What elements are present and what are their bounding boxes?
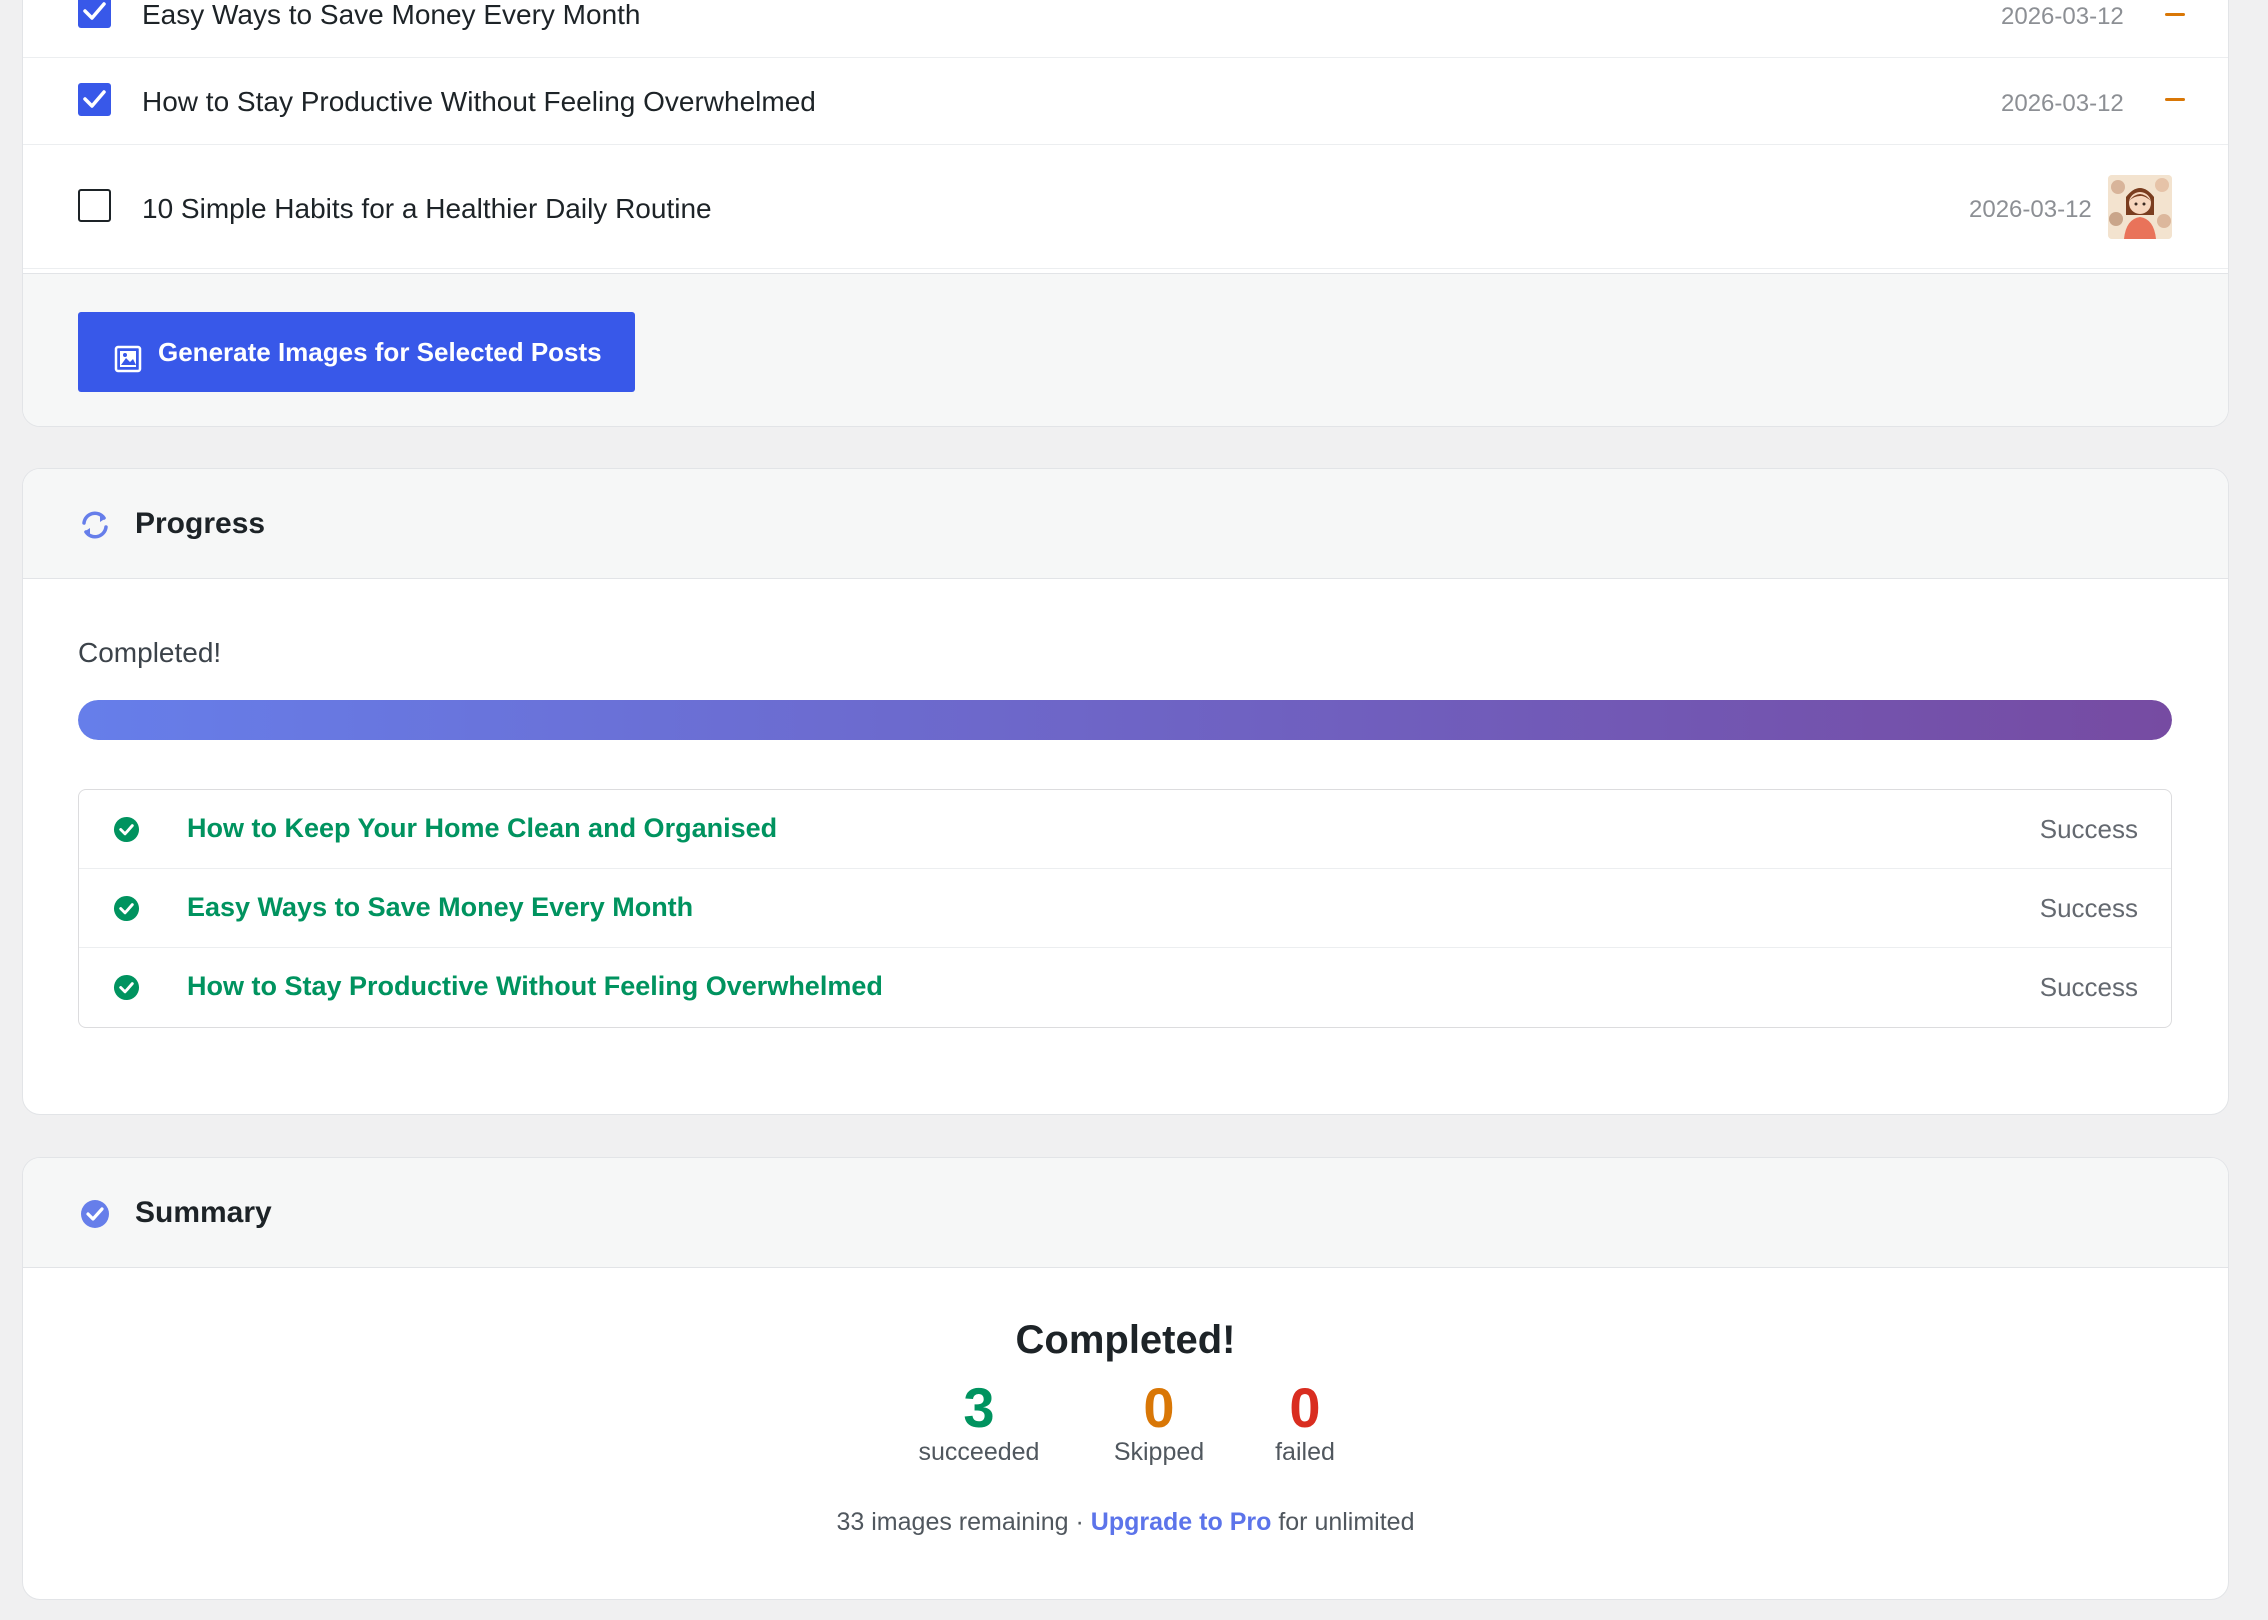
summary-header: Summary	[23, 1158, 2228, 1268]
results-list: How to Keep Your Home Clean and Organise…	[78, 789, 2172, 1028]
stat-failed: 0 failed	[1220, 1376, 1390, 1467]
result-status: Success	[2039, 814, 2138, 844]
result-item: How to Stay Productive Without Feeling O…	[79, 948, 2171, 1027]
checkmark-icon	[83, 90, 106, 108]
progress-bar	[78, 700, 2172, 740]
summary-heading: Completed!	[1015, 1318, 1236, 1362]
badge-check-icon	[81, 1200, 109, 1228]
check-circle-icon	[113, 816, 140, 843]
post-checkbox[interactable]	[78, 83, 111, 116]
result-title[interactable]: How to Keep Your Home Clean and Organise…	[187, 813, 777, 844]
stat-succeeded-label: succeeded	[918, 1438, 1040, 1466]
check-circle-icon	[113, 974, 140, 1001]
image-icon	[114, 345, 142, 373]
result-title[interactable]: How to Stay Productive Without Feeling O…	[187, 971, 883, 1002]
post-date: 2026-03-12	[1969, 196, 2092, 223]
check-circle-icon	[113, 895, 140, 922]
upgrade-to-pro-link[interactable]: Upgrade to Pro	[1091, 1508, 1272, 1536]
result-status: Success	[2039, 893, 2138, 923]
dash-icon	[2165, 98, 2185, 101]
remaining-note: 33 images remaining · Upgrade to Pro for…	[23, 1508, 2228, 1537]
stat-succeeded-value: 3	[963, 1376, 995, 1439]
summary-title: Summary	[135, 1196, 272, 1229]
post-row[interactable]: 10 Simple Habits for a Healthier Daily R…	[23, 145, 2228, 269]
after-link-text: for unlimited	[1271, 1508, 1415, 1536]
post-title: Easy Ways to Save Money Every Month	[142, 0, 641, 30]
stat-failed-label: failed	[1275, 1438, 1335, 1466]
posts-card: Easy Ways to Save Money Every Month 2026…	[22, 0, 2229, 427]
stat-succeeded: 3 succeeded	[894, 1376, 1064, 1467]
result-item: Easy Ways to Save Money Every Month Succ…	[79, 869, 2171, 948]
thumbnail-image[interactable]	[2108, 175, 2172, 239]
result-status: Success	[2039, 972, 2138, 1002]
stat-failed-value: 0	[1289, 1376, 1321, 1439]
generate-images-button[interactable]: Generate Images for Selected Posts	[78, 312, 635, 392]
progress-header: Progress	[23, 469, 2228, 579]
stat-skipped-value: 0	[1143, 1376, 1175, 1439]
generate-button-label: Generate Images for Selected Posts	[158, 336, 602, 367]
stat-skipped-label: Skipped	[1113, 1438, 1205, 1466]
result-item: How to Keep Your Home Clean and Organise…	[79, 790, 2171, 869]
stat-skipped: 0 Skipped	[1074, 1376, 1244, 1467]
post-checkbox[interactable]	[78, 0, 111, 28]
summary-card: Summary Completed! 3 succeeded 0 Skipped…	[22, 1157, 2229, 1600]
post-date: 2026-03-12	[2001, 90, 2124, 117]
progress-card: Progress Completed! How to Keep Your Hom…	[22, 468, 2229, 1115]
progress-bar-fill	[78, 700, 2172, 740]
refresh-icon	[82, 511, 108, 539]
post-title: 10 Simple Habits for a Healthier Daily R…	[142, 193, 712, 224]
progress-title: Progress	[135, 507, 266, 540]
checkmark-icon	[83, 2, 106, 20]
remaining-text: 33 images remaining ·	[836, 1508, 1091, 1536]
post-date: 2026-03-12	[2001, 3, 2124, 30]
post-checkbox[interactable]	[78, 189, 111, 222]
post-title: How to Stay Productive Without Feeling O…	[142, 86, 816, 117]
post-row[interactable]: Easy Ways to Save Money Every Month 2026…	[23, 0, 2228, 58]
progress-status: Completed!	[78, 637, 222, 668]
result-title[interactable]: Easy Ways to Save Money Every Month	[187, 892, 693, 923]
dash-icon	[2165, 13, 2185, 16]
post-row[interactable]: How to Stay Productive Without Feeling O…	[23, 58, 2228, 145]
posts-footer: Generate Images for Selected Posts	[23, 273, 2228, 426]
